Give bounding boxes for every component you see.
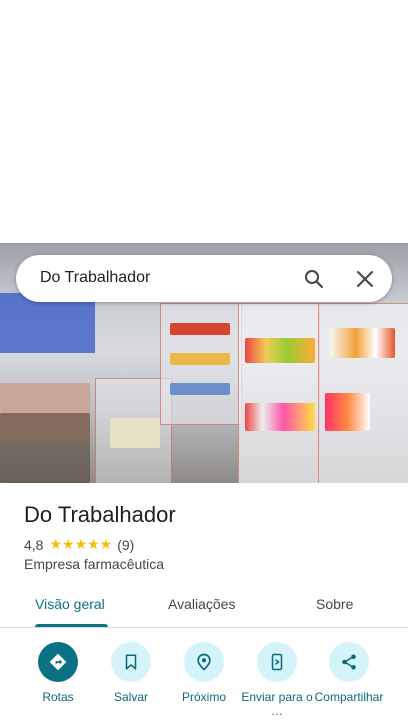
rating-row[interactable]: 4,8 ★★★★★ (9) — [24, 536, 134, 553]
bookmark-icon — [111, 642, 151, 682]
tab-bar: Visão geral Avaliações Sobre — [0, 584, 408, 628]
directions-icon — [38, 642, 78, 682]
nearby-icon — [184, 642, 224, 682]
tab-reviews[interactable]: Avaliações — [168, 596, 235, 612]
send-to-phone-icon — [257, 642, 297, 682]
share-label: Compartilhar — [314, 690, 384, 704]
send-to-phone-label: Enviar para o … — [241, 690, 313, 718]
directions-label: Rotas — [42, 690, 74, 704]
tab-overview[interactable]: Visão geral — [35, 596, 105, 612]
place-title: Do Trabalhador — [24, 502, 176, 527]
share-button[interactable]: Compartilhar — [309, 642, 389, 704]
rating-stars-icon: ★★★★★ — [49, 536, 113, 552]
save-label: Salvar — [113, 690, 148, 704]
directions-button[interactable]: Rotas — [18, 642, 98, 704]
share-icon — [329, 642, 369, 682]
place-category: Empresa farmacêutica — [24, 556, 165, 572]
nearby-label: Próximo — [181, 690, 226, 704]
nearby-button[interactable]: Próximo — [164, 642, 244, 704]
search-icon[interactable] — [302, 267, 326, 291]
tab-about[interactable]: Sobre — [316, 596, 353, 612]
search-bar[interactable]: Do Trabalhador — [16, 255, 392, 302]
save-button[interactable]: Salvar — [91, 642, 171, 704]
review-count: (9) — [117, 536, 135, 553]
close-icon[interactable] — [353, 267, 377, 291]
rating-value: 4,8 — [24, 536, 44, 553]
search-query[interactable]: Do Trabalhador — [40, 269, 150, 287]
send-to-phone-button[interactable]: Enviar para o … — [237, 642, 317, 718]
tab-indicator — [35, 624, 108, 627]
